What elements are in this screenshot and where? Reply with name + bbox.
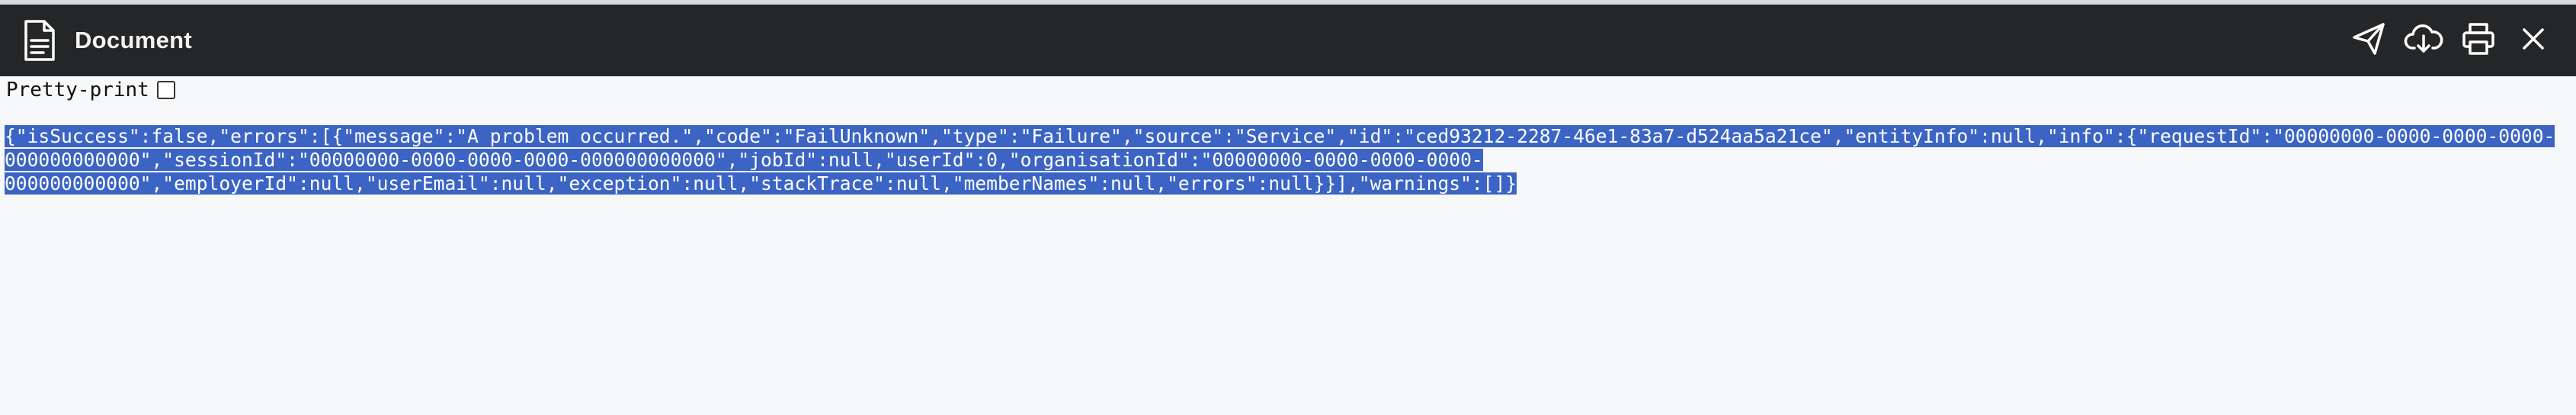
window-title: Document [75,27,192,53]
document-icon [17,18,62,63]
json-line: {"isSuccess":false,"errors":[{"message":… [5,125,2555,147]
send-button[interactable] [2341,13,2396,68]
close-button[interactable] [2506,13,2561,68]
download-button[interactable] [2396,13,2451,68]
document-viewer-window: Document Pretty-print {"isSuccess":false… [0,0,2576,415]
title-bar: Document [0,5,2576,76]
pretty-print-checkbox[interactable] [156,81,175,99]
pretty-print-label: Pretty-print [6,79,149,101]
paper-plane-icon [2350,21,2387,61]
title-bar-actions [2341,5,2561,76]
print-button[interactable] [2451,13,2506,68]
printer-icon [2460,21,2497,61]
json-line: 000000000000","employerId":null,"userEma… [5,172,1517,195]
cloud-download-icon [2404,21,2443,61]
pretty-print-toolbar: Pretty-print [0,76,2576,104]
json-content: {"isSuccess":false,"errors":[{"message":… [0,124,2576,415]
json-line: 000000000000","sessionId":"00000000-0000… [5,149,1483,171]
json-text-block[interactable]: {"isSuccess":false,"errors":[{"message":… [5,124,2576,195]
close-icon [2518,24,2549,58]
